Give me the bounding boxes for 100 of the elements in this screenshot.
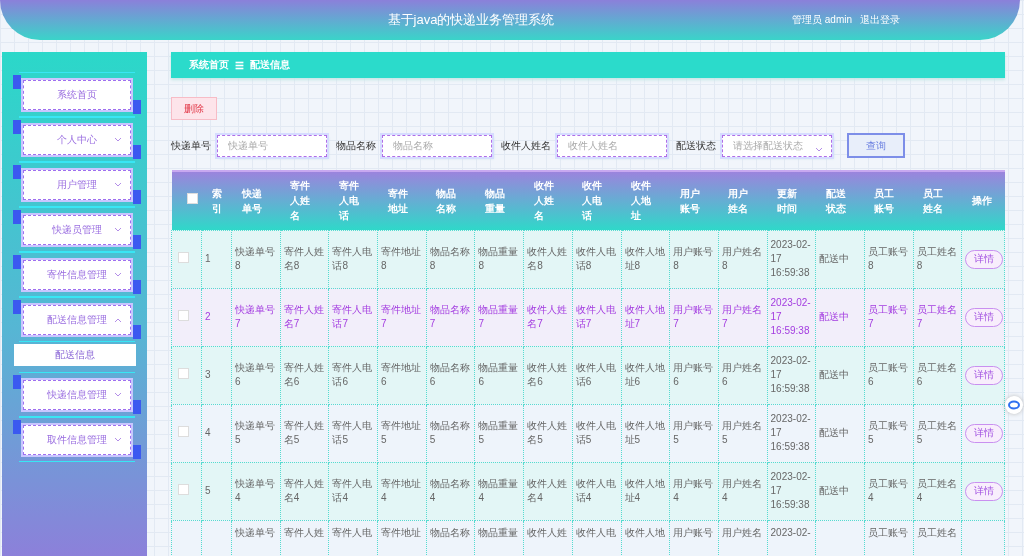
table-cell: 用户账号 [673,526,714,538]
table-cell: 物品重量5 [478,420,519,445]
table-cell: 员工账号8 [867,246,908,271]
column-header: 快递单号 [231,171,281,230]
table-cell: 员工账号4 [867,478,908,503]
corner-mark [12,75,21,89]
menu-item[interactable]: 用户管理 [22,169,131,200]
table-cell: 员工姓名 [916,526,957,538]
breadcrumb-current: 配送信息 [250,58,290,72]
table-cell: 寄件地址 [381,526,422,538]
table-cell: 员工账号6 [867,362,908,387]
corner-mark [12,120,21,134]
menu-item[interactable]: 快递信息管理 [22,379,131,410]
table-cell: 寄件人姓名8 [283,246,324,271]
table-cell: 寄件人姓名5 [283,420,324,445]
corner-mark [132,190,141,204]
table-cell: 收件人电话7 [575,304,616,329]
table-cell: 物品重量8 [478,246,519,271]
column-header: 配送状态 [815,171,865,230]
table-cell: 物品名称 [429,526,470,538]
table-cell: 收件人姓 [527,526,568,538]
detail-button[interactable]: 详情 [965,481,1004,501]
corner-mark [12,300,21,314]
table-cell: 用户账号5 [673,420,714,445]
table-cell: 收件人姓名7 [527,304,568,329]
table-cell: 收件人姓名5 [527,420,568,445]
select-all-checkbox[interactable] [186,193,198,205]
menu-item[interactable]: 快递员管理 [22,214,131,245]
field-label: 物品名称 [336,138,376,153]
corner-mark [132,400,141,414]
table-cell: 1 [205,253,211,264]
column-header: 索引 [201,171,232,230]
table-cell: 物品名称4 [429,478,470,503]
row-checkbox[interactable] [178,251,189,263]
table-cell: 用户姓名6 [721,362,762,387]
column-header: 员工姓名 [913,171,962,230]
table-cell: 寄件人电话4 [332,478,373,503]
app-title: 基于java的快递业务管理系统 [386,11,556,29]
chevron-icon [815,146,823,153]
table-cell: 员工账号5 [867,420,908,445]
menu-item[interactable]: 取件信息管理 [22,424,131,455]
field-label: 配送状态 [676,138,716,153]
corner-mark [12,165,21,179]
table-cell: 用户账号4 [673,478,714,503]
table-cell: 用户姓名 [721,526,762,538]
breadcrumb-separator: ☰ [235,59,244,71]
table-cell: 寄件人姓 [283,526,324,538]
column-header: 用户姓名 [718,171,768,230]
table-cell: 快递单号8 [235,246,275,271]
query-button[interactable]: 查询 [847,133,905,158]
table-cell: 快递单号6 [235,362,275,387]
column-header: 物品重量 [474,171,524,230]
table-cell: 员工姓名6 [916,362,957,387]
table-cell: 寄件人姓名4 [283,478,324,503]
delete-button[interactable]: 删除 [171,97,217,120]
submenu-item[interactable]: 配送信息 [13,344,136,366]
row-checkbox[interactable] [178,367,189,379]
search-field[interactable]: 快递单号 [217,134,327,157]
detail-button[interactable]: 详情 [965,307,1004,327]
table-cell: 用户姓名4 [721,478,762,503]
table-row[interactable]: 快递单号 寄件人姓 寄件人电 寄件地址 物品名称 物品重量 收件人姓 收件人电 收件人地 用户账号 用户姓名 2023-02- 员工账号 员工姓名 [171,520,1005,556]
table-cell: 2023-02-17 16:59:38 [770,471,811,510]
corner-mark [132,145,141,159]
table-cell: 寄件地址4 [381,478,422,503]
column-header: 寄件地址 [377,171,427,230]
column-header: 收件人电话 [572,171,621,230]
table-cell: 5 [205,485,211,496]
table-cell: 收件人地址8 [624,246,665,271]
menu-item[interactable]: 配送信息管理 [22,304,131,335]
search-field[interactable]: 收件人姓名 [557,134,667,157]
table-cell: 配送中 [819,485,850,496]
table-cell: 寄件地址6 [381,362,422,387]
table-cell: 物品重量 [478,526,519,538]
status-select[interactable]: 请选择配送状态 [722,134,832,157]
ring-icon [1008,400,1020,410]
search-field[interactable]: 物品名称 [382,134,492,157]
table-cell: 寄件人电 [332,526,373,538]
row-checkbox[interactable] [178,483,189,495]
menu-item[interactable]: 系统首页 [22,79,131,110]
table-cell: 收件人地址5 [624,420,665,445]
field-label: 收件人姓名 [501,138,551,153]
menu-item[interactable]: 寄件信息管理 [22,259,131,290]
menu-item[interactable]: 个人中心 [22,124,131,155]
table-cell: 员工账号 [867,526,908,538]
logout-link[interactable]: 退出登录 [860,13,900,27]
table-cell: 寄件人姓名7 [283,304,324,329]
corner-mark [12,210,21,224]
row-checkbox[interactable] [178,309,189,321]
detail-button[interactable]: 详情 [965,365,1004,385]
detail-button[interactable]: 详情 [965,249,1004,269]
corner-mark [12,375,21,389]
table-cell: 快递单号 [235,526,275,538]
table-cell: 用户姓名8 [721,246,762,271]
row-checkbox[interactable] [178,425,189,437]
table-cell: 用户账号6 [673,362,714,387]
float-button[interactable] [1005,396,1023,414]
detail-button[interactable]: 详情 [965,423,1004,443]
table-cell: 2023-02-17 16:59:38 [770,239,811,278]
table-cell: 寄件地址7 [381,304,422,329]
table-cell: 配送中 [819,253,850,264]
